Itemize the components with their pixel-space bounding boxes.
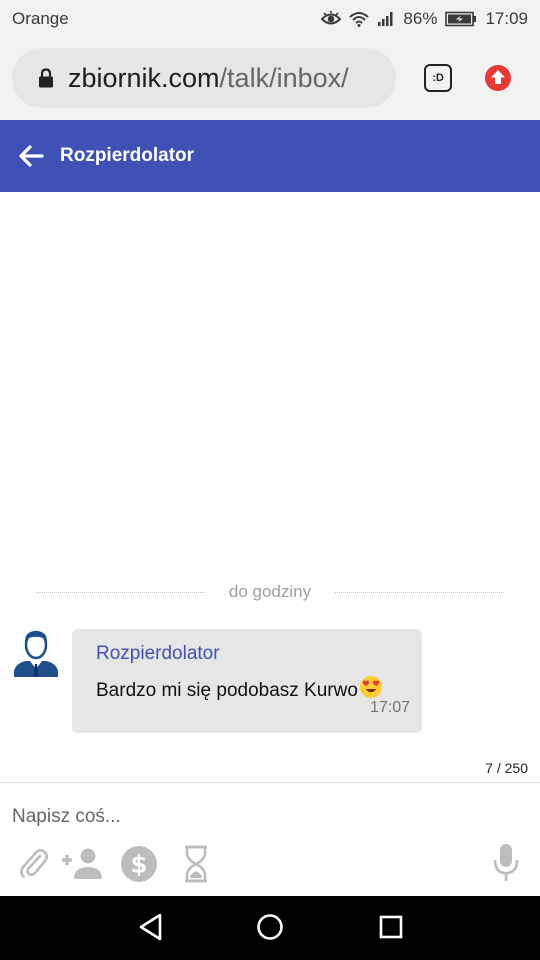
clock: 17:09	[485, 9, 528, 28]
message-composer: $	[0, 782, 540, 897]
status-bar: Orange 86% 17:09	[0, 0, 540, 38]
message-text: Bardzo mi się podobasz Kurwo	[96, 680, 358, 701]
microphone-icon[interactable]	[493, 843, 519, 883]
wifi-icon	[349, 11, 370, 27]
upload-icon[interactable]	[484, 64, 512, 92]
svg-text:$: $	[131, 851, 148, 879]
message-time: 17:07	[369, 699, 410, 716]
url-path: /talk/inbox/	[219, 62, 349, 93]
attachment-icon[interactable]	[18, 845, 48, 879]
divider-line-left	[36, 591, 205, 593]
message-text-line: Bardzo mi się podobasz Kurwo	[96, 675, 383, 705]
nav-home-icon[interactable]	[256, 912, 284, 942]
carrier-label: Orange	[12, 9, 69, 28]
user-avatar[interactable]	[12, 627, 60, 677]
battery-charging-icon	[445, 11, 477, 27]
back-arrow-icon[interactable]	[16, 141, 46, 171]
status-icons: 86% 17:09	[321, 9, 528, 29]
url-domain: zbiornik.com	[68, 62, 220, 93]
lock-icon	[38, 68, 54, 88]
dollar-icon[interactable]: $	[120, 845, 158, 883]
date-divider: do godziny	[36, 580, 505, 604]
add-person-icon[interactable]	[60, 847, 106, 879]
url-text: zbiornik.com/talk/inbox/	[68, 63, 349, 94]
chat-header: Rozpierdolator	[0, 120, 540, 192]
browser-toolbar: zbiornik.com/talk/inbox/ :D	[0, 38, 540, 120]
message-input[interactable]	[12, 803, 472, 831]
divider-label: do godziny	[228, 582, 312, 601]
nav-back-icon[interactable]	[138, 912, 164, 942]
message-sender[interactable]: Rozpierdolator	[96, 643, 220, 665]
battery-percent: 86%	[403, 9, 438, 28]
url-bar[interactable]: zbiornik.com/talk/inbox/	[12, 48, 396, 108]
hourglass-icon[interactable]	[183, 845, 209, 883]
message-bubble: Rozpierdolator Bardzo mi się podobasz Ku…	[72, 629, 422, 733]
page-title: Rozpierdolator	[60, 145, 195, 166]
char-counter: 7 / 250	[485, 760, 528, 776]
signal-icon	[377, 11, 395, 27]
tab-switcher-icon[interactable]: :D	[424, 64, 452, 92]
divider-line-right	[335, 591, 505, 593]
eye-icon	[321, 11, 342, 27]
nav-recents-icon[interactable]	[378, 912, 404, 942]
system-nav-bar	[0, 896, 540, 960]
